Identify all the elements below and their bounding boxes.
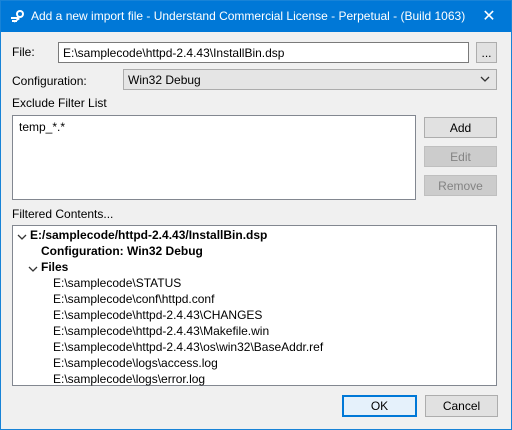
cancel-button-label: Cancel	[442, 399, 481, 413]
file-label: File:	[12, 45, 35, 59]
ok-button-label: OK	[370, 399, 389, 413]
ok-button[interactable]: OK	[342, 395, 417, 417]
app-icon	[9, 8, 27, 26]
tree-configuration-item[interactable]: Configuration: Win32 Debug	[41, 244, 203, 258]
chevron-down-icon	[479, 73, 491, 85]
filtered-contents-tree[interactable]: E:/samplecode/httpd-2.4.43/InstallBin.ds…	[12, 225, 497, 386]
exclude-filter-label: Exclude Filter List	[12, 96, 107, 110]
tree-file-item[interactable]: E:\samplecode\httpd-2.4.43\os\win32\Base…	[53, 340, 323, 354]
browse-button-label: ...	[481, 45, 492, 60]
file-path-field[interactable]: E:\samplecode\httpd-2.4.43\InstallBin.ds…	[58, 42, 469, 63]
tree-file-item[interactable]: E:\samplecode\conf\httpd.conf	[53, 292, 214, 306]
list-item[interactable]: temp_*.*	[19, 120, 65, 134]
tree-file-item[interactable]: E:\samplecode\STATUS	[53, 276, 181, 290]
edit-button-label: Edit	[450, 149, 471, 164]
cancel-button[interactable]: Cancel	[425, 395, 498, 417]
tree-files-item[interactable]: Files	[41, 260, 68, 274]
title-bar[interactable]: Add a new import file - Understand Comme…	[1, 1, 511, 32]
configuration-value: Win32 Debug	[128, 73, 201, 87]
chevron-down-icon[interactable]	[17, 231, 27, 241]
configuration-select[interactable]: Win32 Debug	[123, 69, 497, 90]
tree-file-item[interactable]: E:\samplecode\logs\error.log	[53, 372, 205, 386]
browse-button[interactable]: ...	[476, 42, 497, 63]
remove-button[interactable]: Remove	[424, 175, 497, 196]
tree-root-item[interactable]: E:/samplecode/httpd-2.4.43/InstallBin.ds…	[30, 228, 267, 242]
close-button[interactable]: ✕	[467, 1, 511, 31]
tree-file-item[interactable]: E:\samplecode\httpd-2.4.43\Makefile.win	[53, 324, 269, 338]
add-button-label: Add	[449, 120, 472, 135]
close-icon: ✕	[482, 8, 496, 25]
add-button[interactable]: Add	[424, 117, 497, 138]
edit-button[interactable]: Edit	[424, 146, 497, 167]
exclude-filter-list[interactable]: temp_*.*	[12, 115, 416, 200]
file-path-value: E:\samplecode\httpd-2.4.43\InstallBin.ds…	[63, 46, 285, 60]
import-file-dialog: Add a new import file - Understand Comme…	[0, 0, 512, 430]
window-title: Add a new import file - Understand Comme…	[31, 9, 466, 23]
filtered-contents-label: Filtered Contents...	[12, 207, 114, 221]
chevron-down-icon[interactable]	[28, 263, 38, 273]
tree-file-item[interactable]: E:\samplecode\httpd-2.4.43\CHANGES	[53, 308, 262, 322]
tree-file-item[interactable]: E:\samplecode\logs\access.log	[53, 356, 218, 370]
remove-button-label: Remove	[438, 178, 483, 193]
configuration-label: Configuration:	[12, 74, 87, 88]
